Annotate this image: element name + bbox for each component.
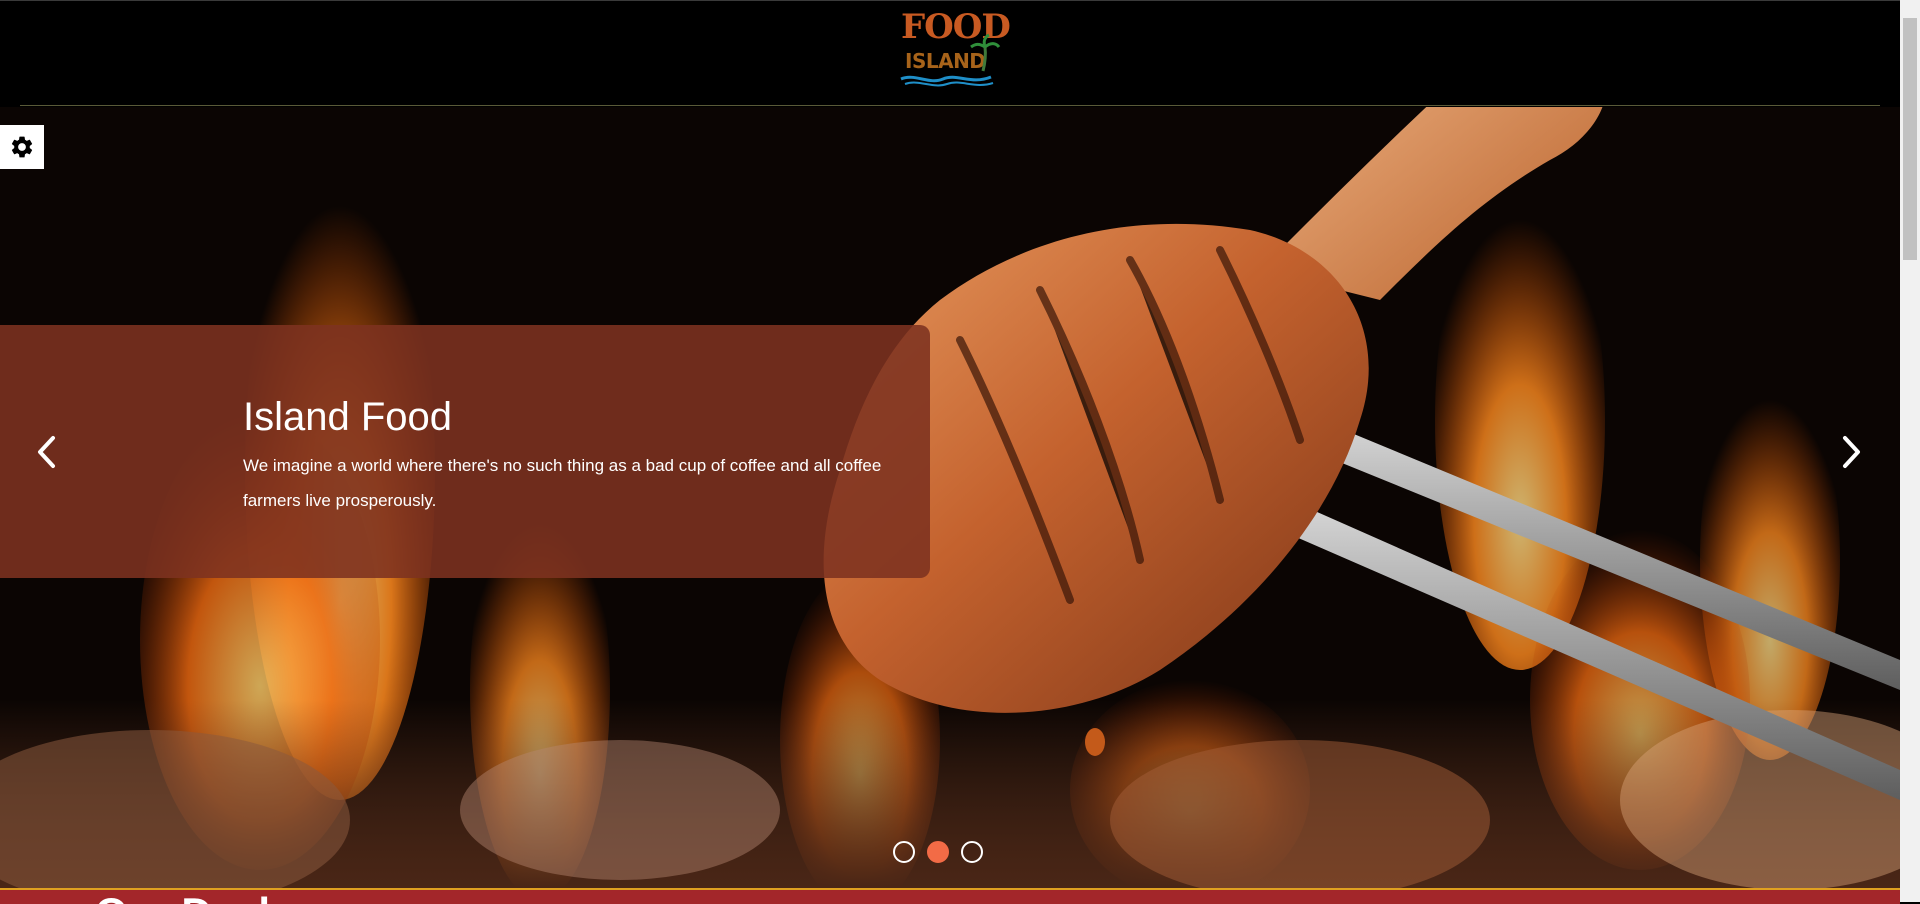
settings-button[interactable] xyxy=(0,125,44,169)
carousel-next-button[interactable] xyxy=(1832,430,1872,474)
carousel-prev-button[interactable] xyxy=(26,430,66,474)
chevron-right-icon xyxy=(1843,436,1860,468)
chevron-left-icon xyxy=(38,436,55,468)
carousel-indicator-1[interactable] xyxy=(893,841,915,863)
carousel-indicator-3[interactable] xyxy=(961,841,983,863)
carousel-indicator-2[interactable] xyxy=(927,841,949,863)
site-header: FOOD ISLAND xyxy=(0,0,1900,107)
slide-caption: Island Food We imagine a world where the… xyxy=(0,325,930,578)
slide-title: Island Food xyxy=(243,395,453,439)
slide-description: We imagine a world where there's no such… xyxy=(243,456,882,510)
gear-icon xyxy=(11,136,33,158)
page-scrollbar[interactable] xyxy=(1900,0,1920,902)
palm-tree-icon xyxy=(900,33,1001,87)
carousel-indicators xyxy=(893,841,983,867)
site-logo[interactable]: FOOD ISLAND xyxy=(895,7,1011,87)
header-divider xyxy=(20,105,1880,106)
section-title: Our Deals xyxy=(95,892,293,904)
scrollbar-thumb[interactable] xyxy=(1903,18,1917,260)
